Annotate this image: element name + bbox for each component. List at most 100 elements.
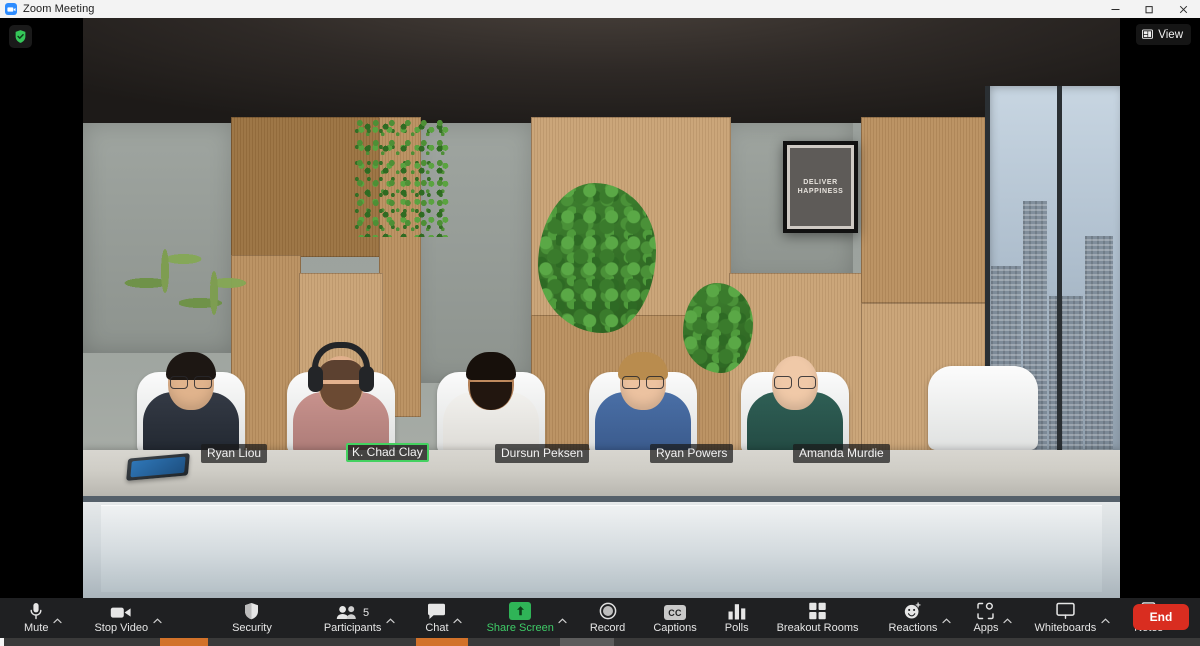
breakout-rooms-button[interactable]: Breakout Rooms	[775, 598, 861, 638]
polls-button[interactable]: Polls	[723, 598, 751, 638]
captions-button[interactable]: CC Captions	[651, 598, 698, 638]
reactions-chevron-up-icon[interactable]	[939, 598, 953, 638]
record-label: Record	[589, 622, 626, 634]
share-screen-tile	[509, 602, 532, 620]
poster-text: Deliver Happiness	[797, 178, 844, 195]
whiteboards-chevron-up-icon[interactable]	[1098, 598, 1112, 638]
record-icon	[599, 601, 617, 620]
taskbar-active-app[interactable]	[416, 638, 468, 646]
participants-chevron-up-icon[interactable]	[383, 598, 397, 638]
window-controls	[1098, 0, 1200, 18]
view-button[interactable]: View	[1136, 24, 1191, 45]
reactions-label: Reactions	[888, 622, 938, 634]
palm-plant	[179, 243, 249, 343]
reactions-icon	[903, 601, 922, 620]
security-button[interactable]: Security	[230, 598, 274, 638]
captions-label: Captions	[653, 622, 697, 634]
poster-inner: Deliver Happiness	[787, 145, 854, 229]
name-tag: Ryan Powers	[650, 444, 734, 463]
building	[1085, 236, 1113, 476]
apps-button[interactable]: Apps	[971, 598, 1000, 638]
layout-grid-icon	[1142, 29, 1154, 40]
mute-button[interactable]: Mute	[22, 598, 50, 638]
hanging-plant	[355, 119, 451, 237]
empty-chair	[928, 366, 1038, 450]
stop-video-chevron-up-icon[interactable]	[150, 598, 164, 638]
apps-label: Apps	[973, 622, 999, 634]
name-tag-active-speaker: K. Chad Clay	[346, 443, 429, 462]
video-letterbox-left	[0, 18, 83, 598]
record-button[interactable]: Record	[588, 598, 627, 638]
shield-check-icon[interactable]	[9, 25, 32, 48]
chat-group: Chat	[423, 598, 464, 638]
video-camera-icon	[110, 601, 132, 620]
name-tag: Ryan Liou	[201, 444, 268, 463]
whiteboard-icon	[1055, 601, 1076, 620]
stop-video-button[interactable]: Stop Video	[92, 598, 150, 638]
name-tag: Dursun Peksen	[495, 444, 590, 463]
whiteboards-label: Whiteboards	[1034, 622, 1097, 634]
window-title: Zoom Meeting	[23, 3, 95, 15]
headset-cup	[359, 366, 374, 392]
taskbar-segment[interactable]	[468, 638, 560, 646]
whiteboards-button[interactable]: Whiteboards	[1033, 598, 1099, 638]
zoom-logo-icon	[5, 3, 17, 15]
participants-button[interactable]: 5 Participants	[322, 598, 383, 638]
active-speaker-video[interactable]: Deliver Happiness	[83, 18, 1120, 598]
participants-label: Participants	[323, 622, 382, 634]
chat-button[interactable]: Chat	[423, 598, 450, 638]
participants-group: 5 Participants	[322, 598, 397, 638]
minimize-icon[interactable]	[1098, 0, 1132, 18]
green-wall-plant	[538, 183, 656, 333]
window-mullion	[1057, 86, 1062, 476]
chat-chevron-up-icon[interactable]	[451, 598, 465, 638]
reactions-button[interactable]: Reactions	[887, 598, 940, 638]
building	[1049, 296, 1083, 476]
taskbar-active-app[interactable]	[160, 638, 208, 646]
meeting-toolbar: Mute Stop Video Security 5 Participants …	[0, 598, 1200, 638]
cc-tile-label: CC	[664, 605, 687, 620]
close-icon[interactable]	[1166, 0, 1200, 18]
taskbar-segment[interactable]	[614, 638, 1200, 646]
shield-icon	[243, 601, 260, 620]
breakout-rooms-label: Breakout Rooms	[776, 622, 859, 634]
virtual-background: Deliver Happiness	[83, 18, 1120, 598]
glasses	[170, 376, 212, 389]
potted-plant	[683, 283, 753, 373]
whiteboards-group: Whiteboards	[1033, 598, 1113, 638]
reactions-group: Reactions	[887, 598, 954, 638]
zoom-meeting-window: Zoom Meeting DELIVER HAPPINESS Ryan Liou…	[0, 0, 1200, 646]
title-bar: Zoom Meeting	[0, 0, 1200, 18]
glasses	[774, 376, 816, 389]
share-screen-chevron-up-icon[interactable]	[556, 598, 570, 638]
share-screen-group: Share Screen	[485, 598, 570, 638]
closed-caption-icon: CC	[664, 601, 687, 620]
stop-video-group: Stop Video	[92, 598, 164, 638]
breakout-rooms-icon	[808, 601, 827, 620]
security-label: Security	[232, 622, 272, 634]
participants-icon: 5	[336, 601, 369, 620]
headset-cup	[308, 366, 323, 392]
apps-group: Apps	[971, 598, 1014, 638]
title-bar-left: Zoom Meeting	[0, 3, 95, 15]
framed-poster: Deliver Happiness	[783, 141, 858, 233]
windows-taskbar[interactable]	[0, 638, 1200, 646]
share-screen-label: Share Screen	[486, 622, 554, 634]
share-screen-button[interactable]: Share Screen	[485, 598, 556, 638]
video-letterbox-right	[1120, 18, 1200, 598]
polls-label: Polls	[724, 622, 749, 634]
polls-bar-icon	[727, 601, 747, 620]
taskbar-segment[interactable]	[208, 638, 416, 646]
mute-chevron-up-icon[interactable]	[50, 598, 64, 638]
taskbar-segment[interactable]	[560, 638, 614, 646]
glasses	[622, 376, 664, 389]
maximize-icon[interactable]	[1132, 0, 1166, 18]
stop-video-label: Stop Video	[94, 622, 149, 634]
apps-chevron-up-icon[interactable]	[1001, 598, 1015, 638]
chat-label: Chat	[425, 622, 449, 634]
end-meeting-button[interactable]: End	[1133, 604, 1189, 630]
mute-group: Mute	[22, 598, 64, 638]
meeting-stage: Deliver Happiness	[0, 18, 1200, 598]
taskbar-segment[interactable]	[4, 638, 160, 646]
view-button-label: View	[1158, 28, 1183, 41]
